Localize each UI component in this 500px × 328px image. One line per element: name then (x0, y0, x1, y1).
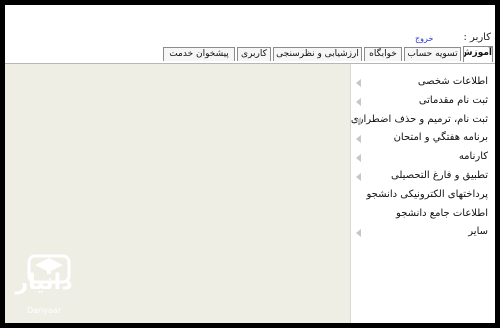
submenu-arrow-icon (356, 79, 361, 87)
top-header: کاربر : خروج (5, 5, 495, 45)
logo-brand-text: دانیار (15, 270, 73, 295)
tab-evaluation-survey[interactable]: ارزشیابی و نظرسنجی (273, 47, 362, 61)
menu-item-label: ثبت نام، ترمیم و حذف اضطراری (350, 114, 488, 125)
side-menu: اطلاعات شخصی ثبت نام مقدماتی ثبت نام، تر… (350, 64, 495, 323)
menu-item-weekly-schedule-exams[interactable]: برنامه هفتگي و امتحان (354, 130, 492, 148)
submenu-arrow-icon (356, 173, 361, 181)
menu-item-student-info[interactable]: اطلاعات جامع دانشجو (354, 206, 492, 224)
menu-item-graduation[interactable]: تطبیق و فارغ التحصیلی (354, 168, 492, 186)
menu-item-label: اطلاعات جامع دانشجو (396, 208, 488, 219)
menu-item-preliminary-registration[interactable]: ثبت نام مقدماتی (354, 93, 492, 111)
menu-item-label: اطلاعات شخصی (417, 76, 488, 87)
tab-bar: آموزش تسویه حساب خوابگاه ارزشیابی و نظرس… (5, 45, 495, 64)
tab-account-settlement[interactable]: تسویه حساب (404, 47, 461, 61)
tab-user[interactable]: کاربری (237, 47, 271, 61)
menu-item-registration-add-drop[interactable]: ثبت نام، ترمیم و حذف اضطراری (350, 112, 492, 130)
submenu-arrow-icon (356, 98, 361, 106)
menu-item-label: ثبت نام مقدماتی (418, 95, 488, 106)
menu-item-label: برنامه هفتگي و امتحان (393, 132, 488, 143)
menu-item-other[interactable]: سایر (354, 224, 492, 242)
submenu-arrow-icon (356, 154, 361, 162)
submenu-arrow-icon (356, 117, 361, 125)
menu-item-electronic-payments[interactable]: پرداختهای الكترونیكی دانشجو (354, 187, 492, 205)
user-label: کاربر : (463, 32, 492, 43)
logo-brand-latin: Danyaar (27, 306, 61, 315)
tab-service-desk[interactable]: پیشخوان خدمت (163, 47, 235, 61)
menu-item-transcript[interactable]: كارنامه (354, 149, 492, 167)
menu-item-label: سایر (468, 226, 488, 237)
logout-link[interactable]: خروج (415, 34, 433, 43)
menu-item-label: تطبیق و فارغ التحصیلی (391, 170, 488, 181)
menu-item-personal-info[interactable]: اطلاعات شخصی (354, 74, 492, 92)
tab-education[interactable]: آموزش (463, 46, 493, 62)
menu-item-label: كارنامه (458, 151, 488, 162)
submenu-arrow-icon (356, 229, 361, 237)
tab-dormitory[interactable]: خوابگاه (364, 47, 402, 61)
submenu-arrow-icon (356, 135, 361, 143)
menu-item-label: پرداختهای الكترونیكی دانشجو (366, 189, 489, 200)
